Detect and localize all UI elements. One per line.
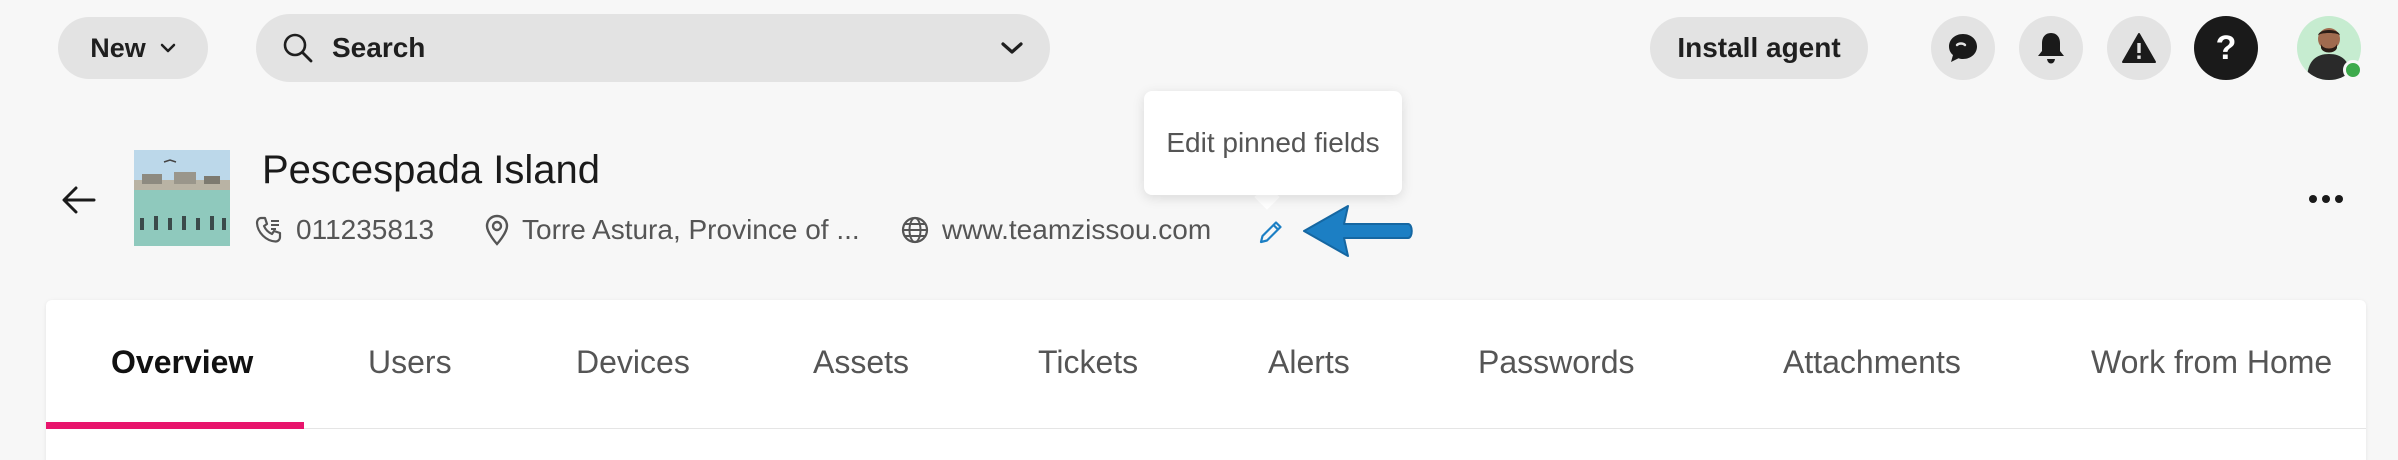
search-placeholder: Search [332, 32, 426, 63]
phone-icon [255, 216, 282, 243]
edit-pinned-fields-tooltip: Edit pinned fields [1144, 91, 1402, 195]
active-tab-indicator [46, 422, 304, 429]
location-pin-icon [485, 214, 509, 246]
search-icon [283, 33, 313, 63]
edit-pencil-icon[interactable] [1257, 218, 1285, 246]
tab-assets[interactable]: Assets [813, 344, 909, 381]
chevron-down-icon [160, 43, 176, 53]
chevron-down-icon[interactable] [1000, 41, 1024, 55]
new-button[interactable]: New [58, 17, 208, 79]
install-agent-button[interactable]: Install agent [1650, 17, 1868, 79]
alerts-button[interactable] [2107, 16, 2171, 80]
help-button[interactable]: ? [2194, 16, 2258, 80]
online-status-indicator [2343, 60, 2363, 80]
tab-overview[interactable]: Overview [111, 344, 253, 381]
tab-attachments[interactable]: Attachments [1783, 344, 1961, 381]
website-field[interactable]: www.teamzissou.com [900, 214, 1211, 246]
arrow-callout-icon [1303, 205, 1413, 257]
website-link[interactable]: www.teamzissou.com [942, 214, 1211, 246]
tab-devices[interactable]: Devices [576, 344, 690, 381]
chat-button[interactable] [1931, 16, 1995, 80]
install-agent-label: Install agent [1677, 32, 1841, 63]
back-arrow-icon[interactable] [62, 185, 96, 215]
page-title: Pescespada Island [262, 148, 601, 192]
location-text: Torre Astura, Province of ... [522, 214, 860, 245]
globe-icon [901, 216, 929, 244]
more-options-icon[interactable] [2308, 194, 2344, 204]
tab-tickets[interactable]: Tickets [1038, 344, 1138, 381]
help-icon: ? [2215, 28, 2237, 67]
tabs-divider [46, 428, 2366, 429]
tab-users[interactable]: Users [368, 344, 452, 381]
bell-icon [2038, 33, 2064, 64]
search-bar[interactable]: Search [256, 14, 1050, 82]
notifications-button[interactable] [2019, 16, 2083, 80]
chat-icon [1949, 34, 1977, 62]
tooltip-text: Edit pinned fields [1166, 127, 1380, 158]
tab-passwords[interactable]: Passwords [1478, 344, 1635, 381]
organization-thumbnail [134, 150, 230, 246]
new-button-label: New [90, 32, 146, 63]
warning-icon [2122, 33, 2156, 63]
phone-number: 011235813 [296, 214, 435, 245]
location-field[interactable]: Torre Astura, Province of ... [484, 214, 860, 246]
tab-work-from-home[interactable]: Work from Home [2091, 344, 2332, 381]
tab-alerts[interactable]: Alerts [1268, 344, 1350, 381]
phone-field[interactable]: 011235813 [254, 214, 434, 246]
